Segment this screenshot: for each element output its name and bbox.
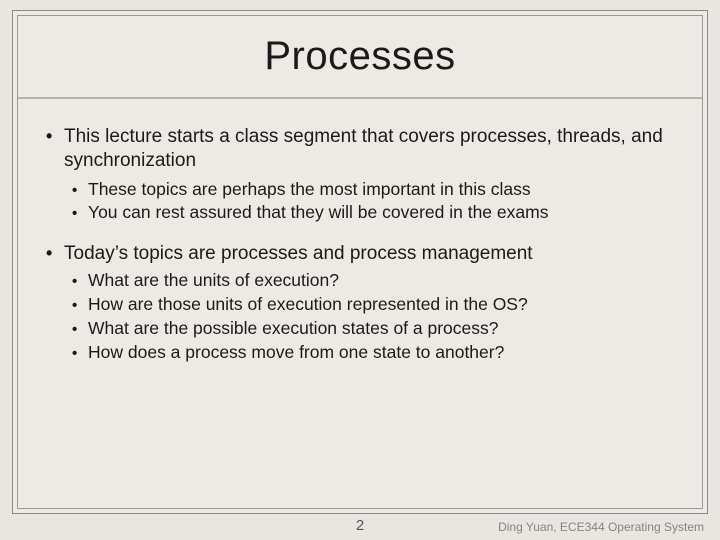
bullet-dot-icon: [46, 242, 64, 266]
title-area: Processes: [18, 16, 702, 99]
bullet-level2: You can rest assured that they will be c…: [72, 202, 674, 224]
bullet-level2: How are those units of execution represe…: [72, 294, 674, 316]
bullet-level1: Today’s topics are processes and process…: [46, 242, 674, 266]
sub-bullet-text: What are the possible execution states o…: [88, 318, 674, 340]
slide-outer-frame: Processes This lecture starts a class se…: [12, 10, 708, 514]
bullet-level1: This lecture starts a class segment that…: [46, 125, 674, 173]
bullet-dot-icon: [72, 270, 88, 292]
sub-bullet-text: How does a process move from one state t…: [88, 342, 674, 364]
bullet-level2: What are the units of execution?: [72, 270, 674, 292]
bullet-level2: These topics are perhaps the most import…: [72, 179, 674, 201]
bullet-dot-icon: [72, 294, 88, 316]
bullet-level2: What are the possible execution states o…: [72, 318, 674, 340]
bullet-level2: How does a process move from one state t…: [72, 342, 674, 364]
attribution: Ding Yuan, ECE344 Operating System: [498, 520, 704, 534]
bullet-dot-icon: [46, 125, 64, 173]
sub-bullet-text: How are those units of execution represe…: [88, 294, 674, 316]
slide-footer: 2 Ding Yuan, ECE344 Operating System: [0, 514, 720, 540]
slide-title: Processes: [18, 34, 702, 79]
spacer: [46, 224, 674, 238]
sub-bullet-text: What are the units of execution?: [88, 270, 674, 292]
bullet-dot-icon: [72, 318, 88, 340]
sub-bullet-text: These topics are perhaps the most import…: [88, 179, 674, 201]
slide-inner-frame: Processes This lecture starts a class se…: [17, 15, 703, 509]
bullet-dot-icon: [72, 342, 88, 364]
bullet-text: Today’s topics are processes and process…: [64, 242, 674, 266]
sub-bullet-list: What are the units of execution? How are…: [72, 270, 674, 364]
bullet-text: This lecture starts a class segment that…: [64, 125, 674, 173]
sub-bullet-text: You can rest assured that they will be c…: [88, 202, 674, 224]
slide-body: This lecture starts a class segment that…: [18, 99, 702, 374]
bullet-dot-icon: [72, 179, 88, 201]
bullet-dot-icon: [72, 202, 88, 224]
sub-bullet-list: These topics are perhaps the most import…: [72, 179, 674, 225]
